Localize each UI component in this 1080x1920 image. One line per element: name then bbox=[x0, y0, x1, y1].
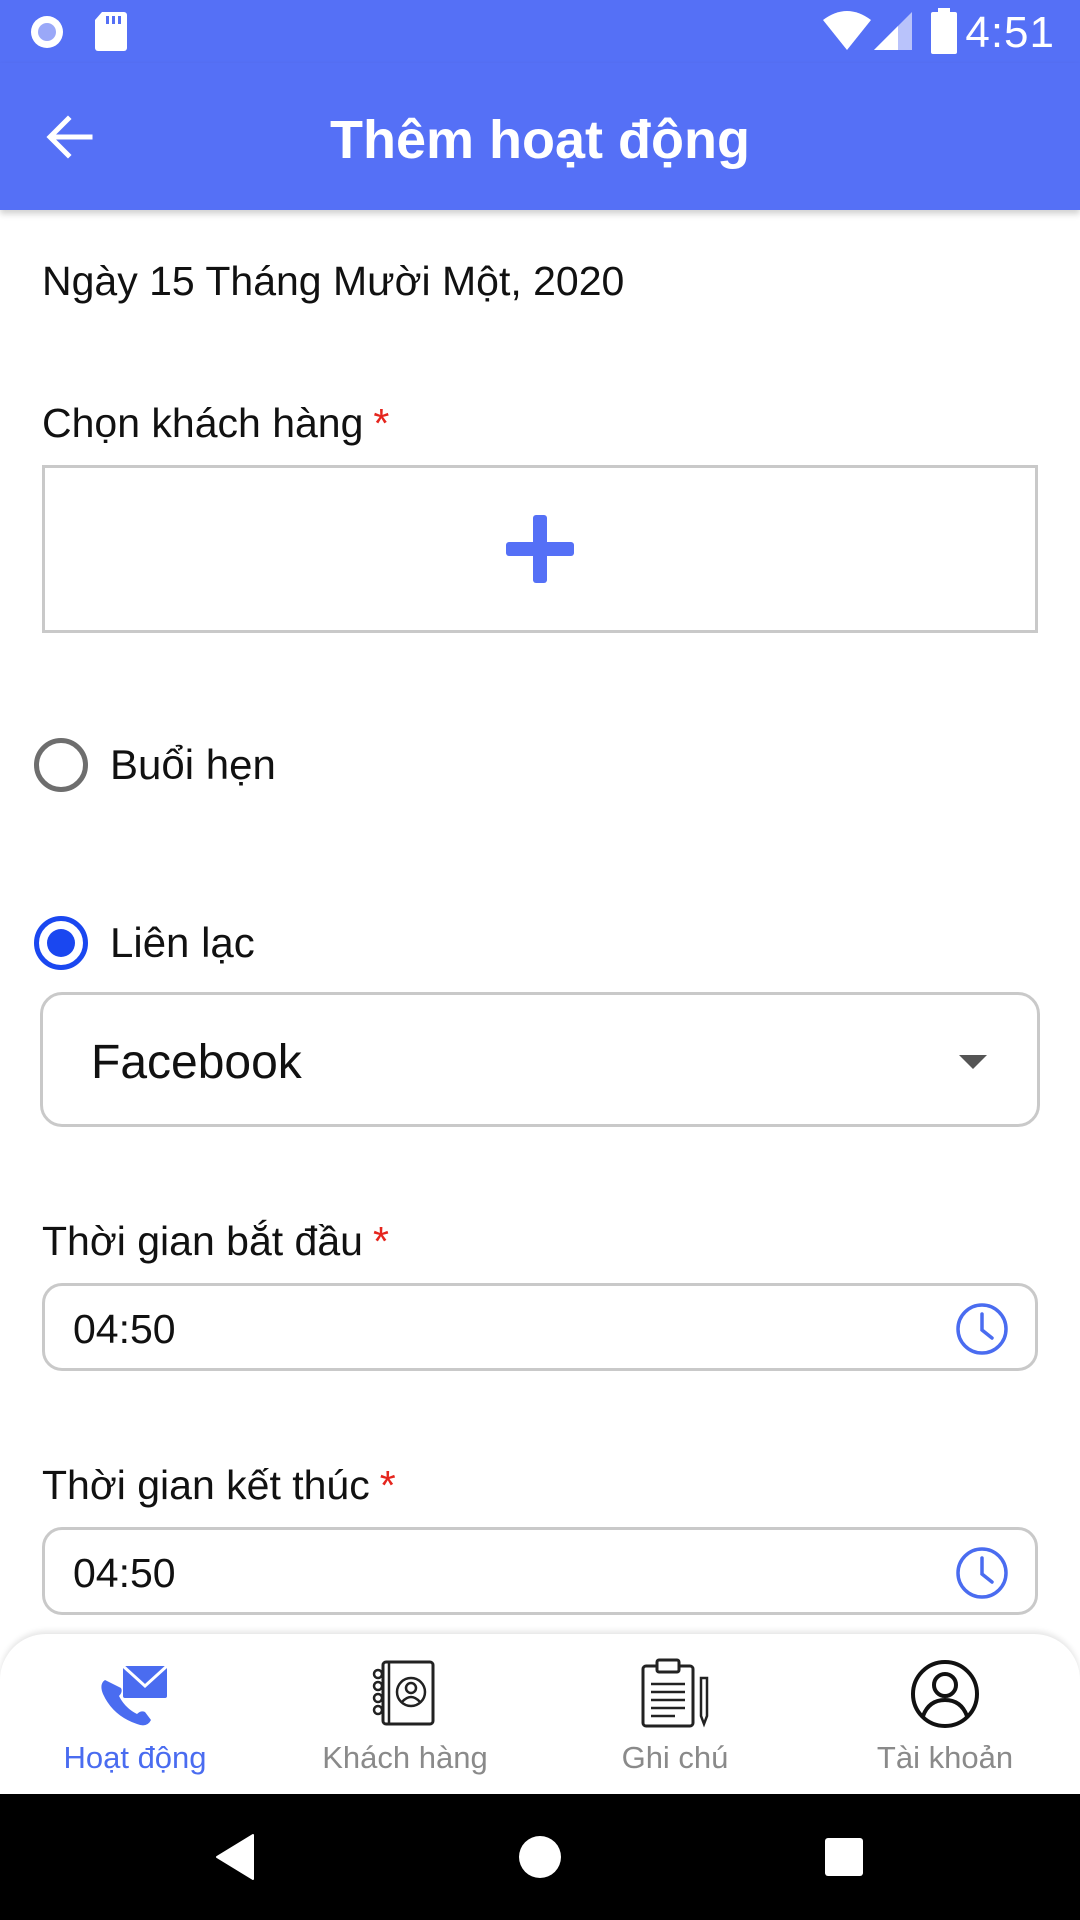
nav-item-notes[interactable]: Ghi chú bbox=[540, 1634, 810, 1794]
page-title: Thêm hoạt động bbox=[330, 110, 750, 170]
cell-signal-icon bbox=[874, 12, 912, 50]
required-mark: * bbox=[379, 1462, 396, 1508]
triangle-back-icon bbox=[216, 1834, 254, 1880]
required-mark: * bbox=[373, 400, 390, 446]
system-back-button[interactable] bbox=[175, 1794, 295, 1920]
dropdown-caret-icon bbox=[959, 1055, 987, 1069]
nav-item-customers[interactable]: Khách hàng bbox=[270, 1634, 540, 1794]
nav-item-activities[interactable]: Hoạt động bbox=[0, 1634, 270, 1794]
circle-home-icon bbox=[519, 1836, 561, 1878]
nav-label: Ghi chú bbox=[621, 1740, 729, 1775]
wifi-icon bbox=[823, 11, 871, 50]
end-time-label-text: Thời gian kết thúc bbox=[42, 1462, 370, 1508]
user-circle-icon bbox=[911, 1660, 979, 1728]
radio-contact-circle[interactable] bbox=[34, 916, 88, 970]
start-time-field[interactable]: 04:50 bbox=[42, 1283, 1038, 1371]
nav-label: Khách hàng bbox=[322, 1740, 488, 1775]
status-bar: 4:51 bbox=[0, 0, 1080, 63]
screen: 4:51 Thêm hoạt động Ngày 15 Tháng Mười M… bbox=[0, 0, 1080, 1920]
nav-label: Hoạt động bbox=[63, 1740, 207, 1775]
app-bar: Thêm hoạt động bbox=[0, 63, 1080, 210]
end-time-field[interactable]: 04:50 bbox=[42, 1527, 1038, 1615]
nav-item-account[interactable]: Tài khoản bbox=[810, 1634, 1080, 1794]
contact-method-select[interactable]: Facebook bbox=[40, 992, 1040, 1127]
radio-appointment-circle[interactable] bbox=[34, 738, 88, 792]
start-time-value: 04:50 bbox=[73, 1306, 176, 1352]
clock-icon[interactable] bbox=[955, 1302, 1009, 1356]
contact-method-value: Facebook bbox=[91, 1036, 302, 1089]
radio-contact[interactable]: Liên lạc bbox=[34, 916, 255, 970]
end-time-label: Thời gian kết thúc * bbox=[42, 1462, 396, 1509]
start-time-label: Thời gian bắt đầu * bbox=[42, 1218, 389, 1265]
system-navigation-bar bbox=[0, 1794, 1080, 1920]
battery-icon bbox=[931, 8, 957, 54]
customer-label: Chọn khách hàng * bbox=[42, 400, 389, 447]
add-customer-button[interactable] bbox=[42, 465, 1038, 633]
required-mark: * bbox=[372, 1218, 389, 1264]
clipboard-note-icon bbox=[641, 1658, 709, 1728]
date-text: Ngày 15 Tháng Mười Một, 2020 bbox=[42, 258, 625, 304]
start-time-label-text: Thời gian bắt đầu bbox=[42, 1218, 363, 1264]
radio-contact-label: Liên lạc bbox=[110, 919, 255, 966]
end-time-value: 04:50 bbox=[73, 1550, 176, 1596]
radio-appointment-label: Buổi hẹn bbox=[110, 741, 276, 788]
nav-label: Tài khoản bbox=[876, 1740, 1014, 1775]
phone-mail-icon bbox=[101, 1664, 169, 1726]
square-recents-icon bbox=[825, 1838, 863, 1876]
system-home-button[interactable] bbox=[480, 1794, 600, 1920]
status-time: 4:51 bbox=[965, 8, 1055, 57]
customer-label-text: Chọn khách hàng bbox=[42, 400, 364, 446]
contacts-book-icon bbox=[372, 1660, 435, 1726]
notification-dot-icon bbox=[31, 16, 63, 48]
clock-icon[interactable] bbox=[955, 1546, 1009, 1600]
sd-card-icon bbox=[95, 12, 127, 51]
radio-appointment[interactable]: Buổi hẹn bbox=[34, 738, 276, 792]
bottom-navigation: Hoạt động Khách hàng Ghi chú Tài khoản bbox=[0, 1634, 1080, 1794]
plus-icon bbox=[506, 515, 574, 583]
system-recents-button[interactable] bbox=[784, 1794, 904, 1920]
